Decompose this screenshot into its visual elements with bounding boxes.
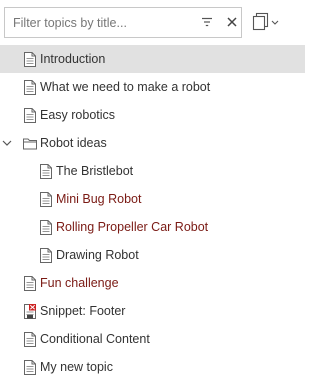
tree-item-label: Robot ideas [40, 136, 107, 150]
tree-item-label: My new topic [40, 360, 113, 374]
tree-topic-item[interactable]: My new topic [0, 353, 305, 381]
tree-topic-item[interactable]: Drawing Robot [0, 241, 305, 269]
tree-item-label: Conditional Content [40, 332, 150, 346]
document-icon [40, 192, 52, 207]
tree-item-label: Easy robotics [40, 108, 116, 122]
snippet-icon [24, 304, 36, 319]
tree-item-label: Rolling Propeller Car Robot [56, 220, 209, 234]
document-icon [24, 52, 36, 67]
document-icon [40, 164, 52, 179]
tree-topic-item[interactable]: Conditional Content [0, 325, 305, 353]
document-icon [24, 108, 36, 123]
chevron-down-icon[interactable] [2, 139, 12, 147]
topic-toolbar [0, 0, 305, 44]
topic-tree: Introduction What we need to make a robot… [0, 45, 305, 381]
folder-icon [23, 138, 37, 150]
tree-topic-item[interactable]: Rolling Propeller Car Robot [0, 213, 305, 241]
close-icon[interactable] [225, 15, 239, 29]
document-icon [24, 332, 36, 347]
tree-topic-item[interactable]: Fun challenge [0, 269, 305, 297]
tree-topic-item[interactable]: The Bristlebot [0, 157, 305, 185]
filter-box [4, 7, 242, 38]
document-icon [24, 360, 36, 375]
document-icon [24, 80, 36, 95]
document-icon [24, 276, 36, 291]
filter-icon[interactable] [200, 15, 214, 29]
document-icon [40, 248, 52, 263]
tree-topic-item[interactable]: What we need to make a robot [0, 73, 305, 101]
tree-folder-item[interactable]: Robot ideas [0, 129, 305, 157]
tree-item-label: Fun challenge [40, 276, 119, 290]
tree-item-label: What we need to make a robot [40, 80, 211, 94]
tree-item-label: Introduction [40, 52, 106, 66]
tree-topic-item[interactable]: Mini Bug Robot [0, 185, 305, 213]
tree-topic-item[interactable]: Introduction [0, 45, 305, 73]
tree-item-label: Mini Bug Robot [56, 192, 142, 206]
tree-item-label: The Bristlebot [56, 164, 134, 178]
tree-topic-item[interactable]: Easy robotics [0, 101, 305, 129]
tree-topic-item[interactable]: Snippet: Footer [0, 297, 305, 325]
tree-item-label: Snippet: Footer [40, 304, 126, 318]
filter-topics-input[interactable] [5, 8, 190, 37]
view-options-dropdown[interactable] [250, 9, 282, 35]
document-icon [40, 220, 52, 235]
tree-item-label: Drawing Robot [56, 248, 139, 262]
topic-tree-panel: Introduction What we need to make a robot… [0, 0, 305, 385]
